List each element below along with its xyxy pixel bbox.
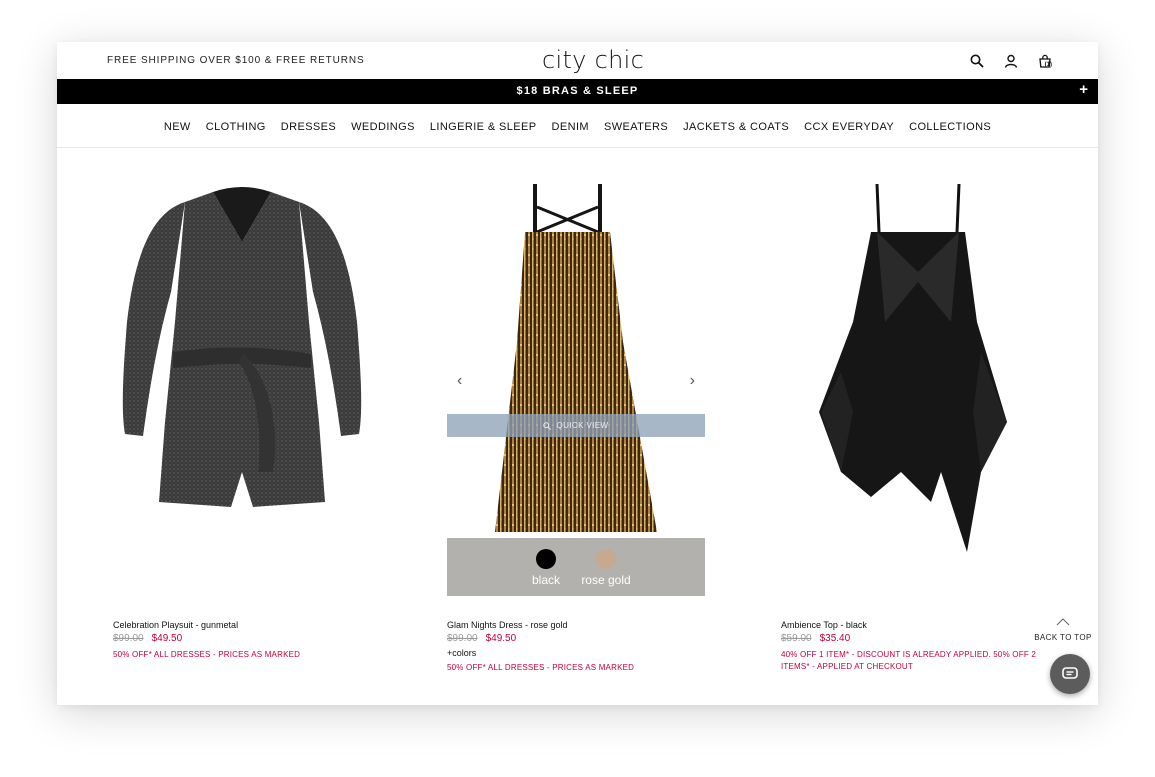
promo-note: 50% OFF* ALL DRESSES - PRICES AS MARKED	[113, 650, 301, 659]
product-name[interactable]: Celebration Playsuit - gunmetal	[113, 620, 238, 630]
product-image[interactable]	[113, 172, 371, 596]
back-to-top-button[interactable]: BACK TO TOP	[1033, 613, 1093, 642]
promo-text: $18 BRAS & SLEEP	[516, 85, 639, 97]
original-price: $99.00	[113, 633, 144, 644]
next-image-icon[interactable]: ›	[690, 372, 695, 390]
promo-expand-icon[interactable]: +	[1079, 81, 1088, 98]
more-colors-link[interactable]: +colors	[447, 648, 476, 658]
nav-item-sweaters[interactable]: SWEATERS	[604, 119, 668, 133]
sale-price: $49.50	[485, 633, 517, 644]
quick-view-label: QUICK VIEW	[556, 421, 609, 430]
chevron-up-icon	[1056, 618, 1070, 626]
main-nav: NEW CLOTHING DRESSES WEDDINGS LINGERIE &…	[57, 104, 1098, 148]
site-logo[interactable]: city chic	[542, 46, 644, 74]
promo-note-line-2: ITEMS* - APPLIED AT CHECKOUT	[781, 662, 913, 671]
header-icons	[968, 52, 1054, 70]
nav-item-new[interactable]: NEW	[164, 119, 191, 133]
price-row: $99.00 $49.50	[447, 633, 516, 644]
chat-button[interactable]	[1050, 654, 1090, 694]
nav-item-denim[interactable]: DENIM	[552, 119, 589, 133]
nav-item-lingerie-sleep[interactable]: LINGERIE & SLEEP	[430, 119, 537, 133]
sale-price: $49.50	[151, 633, 183, 644]
nav-item-jackets-coats[interactable]: JACKETS & COATS	[683, 119, 789, 133]
promo-note: 50% OFF* ALL DRESSES - PRICES AS MARKED	[447, 663, 635, 672]
promo-note: 40% OFF 1 ITEM* - DISCOUNT IS ALREADY AP…	[781, 650, 1036, 659]
search-icon	[543, 421, 552, 430]
promo-bar[interactable]: $18 BRAS & SLEEP +	[57, 79, 1098, 104]
product-name[interactable]: Glam Nights Dress - rose gold	[447, 620, 568, 630]
swatch-rose-gold[interactable]	[596, 549, 616, 569]
shipping-banner[interactable]: FREE SHIPPING OVER $100 & FREE RETURNS	[107, 55, 365, 66]
product-name[interactable]: Ambience Top - black	[781, 620, 867, 630]
prev-image-icon[interactable]: ‹	[457, 372, 462, 390]
price-row: $99.00 $49.50	[113, 633, 182, 644]
sale-price: $35.40	[819, 633, 851, 644]
quick-view-button[interactable]: QUICK VIEW	[447, 414, 705, 437]
chat-icon	[1062, 667, 1078, 679]
product-image[interactable]: ‹ › QUICK VIEW black rose gold	[447, 172, 705, 596]
nav-item-collections[interactable]: COLLECTIONS	[909, 119, 991, 133]
swatch-black[interactable]	[536, 549, 556, 569]
original-price: $99.00	[447, 633, 478, 644]
account-icon[interactable]	[1002, 52, 1020, 70]
nav-item-ccx-everyday[interactable]: CCX EVERYDAY	[804, 119, 894, 133]
browser-window: FREE SHIPPING OVER $100 & FREE RETURNS c…	[57, 42, 1098, 705]
back-to-top-label: BACK TO TOP	[1034, 633, 1092, 642]
price-row: $59.00 $35.40	[781, 633, 850, 644]
product-image[interactable]	[781, 172, 1039, 596]
cart-count-badge: (1)	[1044, 62, 1052, 68]
nav-item-weddings[interactable]: WEDDINGS	[351, 119, 415, 133]
search-icon[interactable]	[968, 52, 986, 70]
color-swatch-panel: black rose gold	[447, 538, 705, 596]
original-price: $59.00	[781, 633, 812, 644]
nav-item-dresses[interactable]: DRESSES	[281, 119, 336, 133]
top-bar: FREE SHIPPING OVER $100 & FREE RETURNS c…	[57, 42, 1098, 78]
swatch-label-rose-gold: rose gold	[581, 573, 631, 587]
nav-item-clothing[interactable]: CLOTHING	[206, 119, 266, 133]
